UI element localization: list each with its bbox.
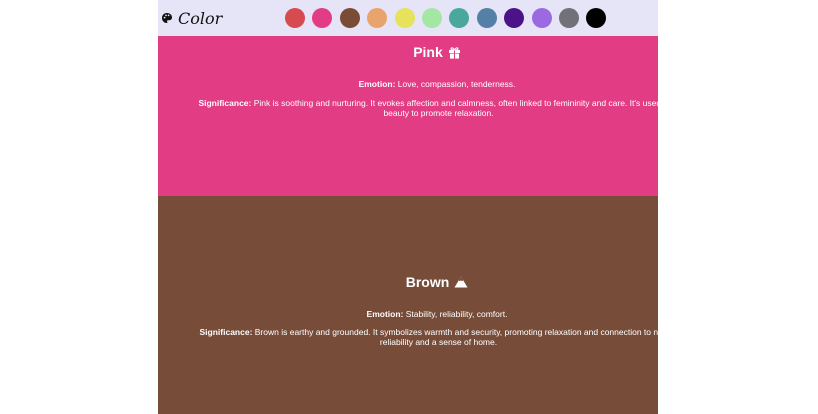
palette-icon — [162, 13, 172, 23]
section-title-pink: Pink — [158, 44, 658, 60]
emotion-label: Emotion: — [366, 309, 404, 319]
swatch-pink[interactable] — [312, 8, 333, 28]
significance-text-2: beauty to promote relaxation. — [383, 108, 494, 118]
swatch-brown[interactable] — [339, 8, 360, 28]
swatch-purple[interactable] — [531, 8, 552, 28]
emotion-line-brown: Emotion: Stability, reliability, comfort… — [158, 309, 658, 319]
swatch-gray[interactable] — [558, 8, 579, 28]
significance-text-1: Brown is earthy and grounded. It symboli… — [252, 327, 658, 337]
significance-label: Significance: — [198, 98, 252, 108]
significance-text-1: Pink is soothing and nurturing. It evoke… — [251, 98, 658, 108]
navbar: Color — [158, 0, 658, 36]
section-pink: Pink Emotion: Love, compassion, tenderne… — [158, 36, 658, 196]
emotion-text: Love, compassion, tenderness. — [395, 79, 516, 89]
swatch-blue[interactable] — [476, 8, 497, 28]
browser-viewport: Color Pink Emotion: Love, compassion, te… — [158, 0, 658, 414]
swatch-red[interactable] — [285, 8, 305, 28]
section-title-text: Brown — [405, 274, 450, 290]
swatch-orange[interactable] — [367, 8, 388, 28]
section-brown: Brown Emotion: Stability, reliability, c… — [158, 196, 658, 414]
significance-brown: Significance: Brown is earthy and ground… — [166, 327, 659, 347]
swatch-teal[interactable] — [449, 8, 470, 28]
swatch-indigo[interactable] — [504, 8, 525, 28]
mountain-icon — [454, 276, 468, 288]
brand-text: Color — [178, 8, 223, 28]
section-title-brown: Brown — [158, 274, 658, 290]
section-title-text: Pink — [413, 44, 443, 60]
significance-pink: Significance: Pink is soothing and nurtu… — [166, 98, 658, 118]
gift-icon — [448, 46, 460, 59]
swatch-yellow[interactable] — [394, 8, 415, 28]
significance-label: Significance: — [199, 327, 253, 337]
color-swatches — [285, 8, 607, 28]
emotion-text: Stability, reliability, comfort. — [403, 309, 508, 319]
brand[interactable]: Color — [161, 0, 222, 36]
emotion-line-pink: Emotion: Love, compassion, tenderness. — [158, 79, 658, 89]
swatch-black[interactable] — [586, 8, 607, 28]
significance-text-2: reliability and a sense of home. — [379, 337, 498, 347]
swatch-green[interactable] — [421, 8, 442, 28]
emotion-label: Emotion: — [358, 79, 396, 89]
